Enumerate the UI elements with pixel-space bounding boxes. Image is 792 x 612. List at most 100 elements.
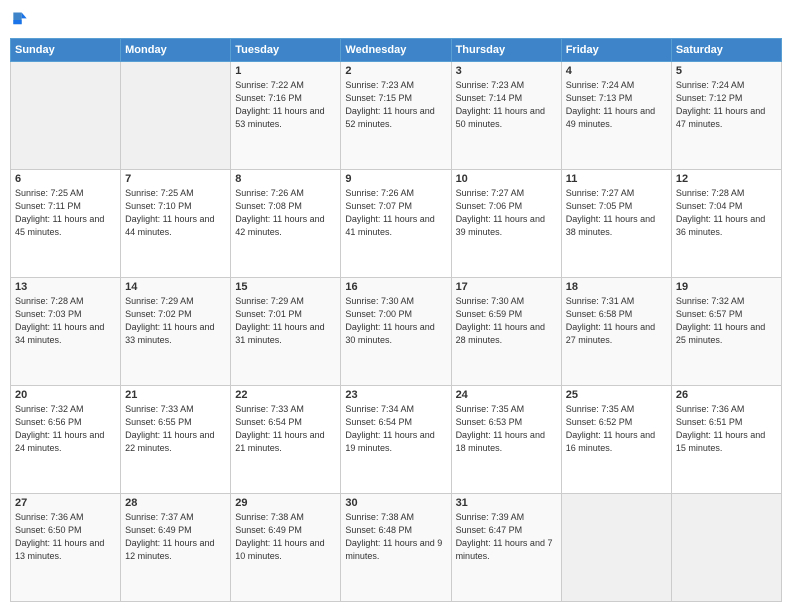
day-info: Sunrise: 7:23 AM Sunset: 7:15 PM Dayligh… (345, 79, 446, 131)
day-number: 12 (676, 173, 777, 185)
calendar-cell (671, 494, 781, 602)
day-info: Sunrise: 7:25 AM Sunset: 7:10 PM Dayligh… (125, 187, 226, 239)
calendar-cell (11, 62, 121, 170)
day-number: 15 (235, 281, 336, 293)
day-info: Sunrise: 7:38 AM Sunset: 6:49 PM Dayligh… (235, 511, 336, 563)
calendar-cell: 6 Sunrise: 7:25 AM Sunset: 7:11 PM Daylig… (11, 170, 121, 278)
day-info: Sunrise: 7:27 AM Sunset: 7:06 PM Dayligh… (456, 187, 557, 239)
calendar-cell: 3 Sunrise: 7:23 AM Sunset: 7:14 PM Daylig… (451, 62, 561, 170)
day-info: Sunrise: 7:24 AM Sunset: 7:13 PM Dayligh… (566, 79, 667, 131)
day-info: Sunrise: 7:37 AM Sunset: 6:49 PM Dayligh… (125, 511, 226, 563)
calendar-body: 1 Sunrise: 7:22 AM Sunset: 7:16 PM Daylig… (11, 62, 782, 602)
day-info: Sunrise: 7:30 AM Sunset: 7:00 PM Dayligh… (345, 295, 446, 347)
day-info: Sunrise: 7:32 AM Sunset: 6:56 PM Dayligh… (15, 403, 116, 455)
day-number: 13 (15, 281, 116, 293)
day-number: 3 (456, 65, 557, 77)
calendar-header: SundayMondayTuesdayWednesdayThursdayFrid… (11, 39, 782, 62)
day-number: 1 (235, 65, 336, 77)
page: SundayMondayTuesdayWednesdayThursdayFrid… (0, 0, 792, 612)
day-number: 10 (456, 173, 557, 185)
day-info: Sunrise: 7:26 AM Sunset: 7:07 PM Dayligh… (345, 187, 446, 239)
day-info: Sunrise: 7:33 AM Sunset: 6:54 PM Dayligh… (235, 403, 336, 455)
calendar-cell: 7 Sunrise: 7:25 AM Sunset: 7:10 PM Daylig… (121, 170, 231, 278)
day-number: 27 (15, 497, 116, 509)
day-info: Sunrise: 7:26 AM Sunset: 7:08 PM Dayligh… (235, 187, 336, 239)
day-number: 4 (566, 65, 667, 77)
calendar-cell: 11Sunrise: 7:27 AM Sunset: 7:05 PM Dayli… (561, 170, 671, 278)
day-info: Sunrise: 7:22 AM Sunset: 7:16 PM Dayligh… (235, 79, 336, 131)
calendar-cell: 23Sunrise: 7:34 AM Sunset: 6:54 PM Dayli… (341, 386, 451, 494)
calendar-week-3: 13 Sunrise: 7:28 AM Sunset: 7:03 PM Dayli… (11, 278, 782, 386)
calendar-cell (561, 494, 671, 602)
day-number: 17 (456, 281, 557, 293)
calendar-cell: 31 Sunrise: 7:39 AM Sunset: 6:47 PM Dayli… (451, 494, 561, 602)
calendar-cell: 18 Sunrise: 7:31 AM Sunset: 6:58 PM Dayli… (561, 278, 671, 386)
calendar-cell: 25 Sunrise: 7:35 AM Sunset: 6:52 PM Dayli… (561, 386, 671, 494)
calendar-week-2: 6 Sunrise: 7:25 AM Sunset: 7:11 PM Daylig… (11, 170, 782, 278)
calendar-cell: 22 Sunrise: 7:33 AM Sunset: 6:54 PM Dayli… (231, 386, 341, 494)
day-info: Sunrise: 7:28 AM Sunset: 7:03 PM Dayligh… (15, 295, 116, 347)
day-info: Sunrise: 7:36 AM Sunset: 6:51 PM Dayligh… (676, 403, 777, 455)
calendar-week-4: 20 Sunrise: 7:32 AM Sunset: 6:56 PM Dayli… (11, 386, 782, 494)
day-number: 6 (15, 173, 116, 185)
day-info: Sunrise: 7:30 AM Sunset: 6:59 PM Dayligh… (456, 295, 557, 347)
calendar-cell: 30 Sunrise: 7:38 AM Sunset: 6:48 PM Dayli… (341, 494, 451, 602)
day-info: Sunrise: 7:31 AM Sunset: 6:58 PM Dayligh… (566, 295, 667, 347)
day-number: 25 (566, 389, 667, 401)
day-info: Sunrise: 7:23 AM Sunset: 7:14 PM Dayligh… (456, 79, 557, 131)
day-info: Sunrise: 7:35 AM Sunset: 6:52 PM Dayligh… (566, 403, 667, 455)
day-number: 21 (125, 389, 226, 401)
weekday-header-tuesday: Tuesday (231, 39, 341, 62)
day-number: 28 (125, 497, 226, 509)
day-info: Sunrise: 7:33 AM Sunset: 6:55 PM Dayligh… (125, 403, 226, 455)
day-info: Sunrise: 7:24 AM Sunset: 7:12 PM Dayligh… (676, 79, 777, 131)
day-number: 29 (235, 497, 336, 509)
day-number: 26 (676, 389, 777, 401)
day-info: Sunrise: 7:39 AM Sunset: 6:47 PM Dayligh… (456, 511, 557, 563)
calendar-cell: 26 Sunrise: 7:36 AM Sunset: 6:51 PM Dayli… (671, 386, 781, 494)
day-number: 2 (345, 65, 446, 77)
day-info: Sunrise: 7:25 AM Sunset: 7:11 PM Dayligh… (15, 187, 116, 239)
day-number: 18 (566, 281, 667, 293)
calendar-cell: 17 Sunrise: 7:30 AM Sunset: 6:59 PM Dayli… (451, 278, 561, 386)
calendar-cell: 19Sunrise: 7:32 AM Sunset: 6:57 PM Dayli… (671, 278, 781, 386)
day-info: Sunrise: 7:28 AM Sunset: 7:04 PM Dayligh… (676, 187, 777, 239)
day-info: Sunrise: 7:36 AM Sunset: 6:50 PM Dayligh… (15, 511, 116, 563)
day-info: Sunrise: 7:35 AM Sunset: 6:53 PM Dayligh… (456, 403, 557, 455)
day-info: Sunrise: 7:29 AM Sunset: 7:01 PM Dayligh… (235, 295, 336, 347)
calendar-cell: 28 Sunrise: 7:37 AM Sunset: 6:49 PM Dayli… (121, 494, 231, 602)
day-number: 31 (456, 497, 557, 509)
weekday-header-thursday: Thursday (451, 39, 561, 62)
calendar-cell: 1 Sunrise: 7:22 AM Sunset: 7:16 PM Daylig… (231, 62, 341, 170)
calendar-cell: 2 Sunrise: 7:23 AM Sunset: 7:15 PM Daylig… (341, 62, 451, 170)
day-number: 14 (125, 281, 226, 293)
weekday-row: SundayMondayTuesdayWednesdayThursdayFrid… (11, 39, 782, 62)
calendar-cell: 20 Sunrise: 7:32 AM Sunset: 6:56 PM Dayli… (11, 386, 121, 494)
day-info: Sunrise: 7:38 AM Sunset: 6:48 PM Dayligh… (345, 511, 446, 563)
calendar-cell: 12 Sunrise: 7:28 AM Sunset: 7:04 PM Dayli… (671, 170, 781, 278)
calendar-week-5: 27 Sunrise: 7:36 AM Sunset: 6:50 PM Dayli… (11, 494, 782, 602)
weekday-header-friday: Friday (561, 39, 671, 62)
day-number: 19 (676, 281, 777, 293)
calendar-cell: 10 Sunrise: 7:27 AM Sunset: 7:06 PM Dayli… (451, 170, 561, 278)
calendar-week-1: 1 Sunrise: 7:22 AM Sunset: 7:16 PM Daylig… (11, 62, 782, 170)
weekday-header-wednesday: Wednesday (341, 39, 451, 62)
calendar-cell: 5Sunrise: 7:24 AM Sunset: 7:12 PM Daylig… (671, 62, 781, 170)
calendar-cell: 27 Sunrise: 7:36 AM Sunset: 6:50 PM Dayli… (11, 494, 121, 602)
day-number: 24 (456, 389, 557, 401)
calendar-cell: 29 Sunrise: 7:38 AM Sunset: 6:49 PM Dayli… (231, 494, 341, 602)
day-number: 22 (235, 389, 336, 401)
day-number: 8 (235, 173, 336, 185)
day-number: 7 (125, 173, 226, 185)
calendar-cell: 16 Sunrise: 7:30 AM Sunset: 7:00 PM Dayli… (341, 278, 451, 386)
calendar-cell: 14Sunrise: 7:29 AM Sunset: 7:02 PM Dayli… (121, 278, 231, 386)
day-number: 9 (345, 173, 446, 185)
day-number: 20 (15, 389, 116, 401)
logo (10, 10, 32, 30)
calendar-cell: 15 Sunrise: 7:29 AM Sunset: 7:01 PM Dayli… (231, 278, 341, 386)
calendar-cell: 13 Sunrise: 7:28 AM Sunset: 7:03 PM Dayli… (11, 278, 121, 386)
day-number: 30 (345, 497, 446, 509)
calendar-cell: 24 Sunrise: 7:35 AM Sunset: 6:53 PM Dayli… (451, 386, 561, 494)
calendar-cell: 4 Sunrise: 7:24 AM Sunset: 7:13 PM Daylig… (561, 62, 671, 170)
day-number: 16 (345, 281, 446, 293)
